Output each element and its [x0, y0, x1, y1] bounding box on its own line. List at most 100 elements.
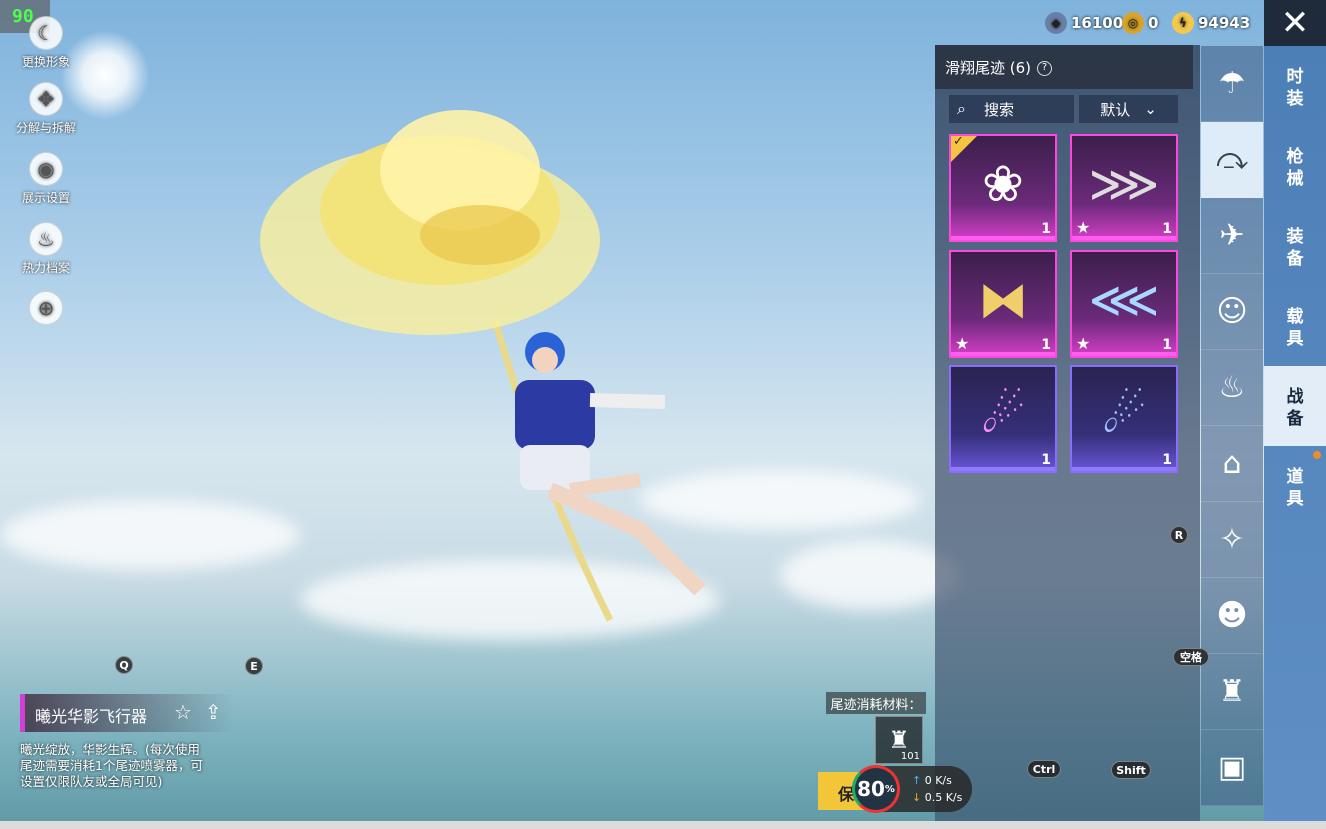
emote-icon: ☻ [1216, 598, 1248, 633]
close-button[interactable]: ✕ [1264, 0, 1326, 46]
plus-circle-icon: ⊕ [29, 291, 63, 325]
chicken-icon: ♨ [1218, 370, 1246, 405]
category-glider-trail[interactable]: ⤼ [1201, 122, 1263, 198]
item-count: 1 [1041, 452, 1051, 468]
material-label: 尾迹消耗材料： [826, 692, 926, 714]
flower-icon: ❀ [982, 154, 1024, 213]
heat-archive-button[interactable]: ♨ 热力档案 [10, 222, 82, 276]
currency-value: 16100 [1071, 14, 1124, 32]
wings-silver-icon: ⋙ [1088, 154, 1160, 213]
search-label: 搜索 [983, 100, 1014, 119]
currency-value: 0 [1148, 14, 1159, 32]
material-slot[interactable]: ♜ 101 [875, 716, 923, 764]
glider-trail-icon: ⤼ [1215, 142, 1249, 177]
star-icon: ★ [1076, 334, 1091, 353]
search-input[interactable]: ⌕ 搜索 [948, 94, 1075, 124]
item-name-text: 曦光华影飞行器 [35, 707, 148, 726]
category-parachute[interactable]: ☂ [1201, 46, 1263, 122]
puzzle-icon: ✥ [29, 82, 63, 116]
category-emote[interactable]: ☻ [1201, 578, 1263, 654]
star-icon: ★ [955, 334, 970, 353]
category-plane[interactable]: ✈ [1201, 198, 1263, 274]
currency-gems: ◆ 16100 [1045, 9, 1123, 37]
sparkle-icon: ✧ [1219, 522, 1245, 557]
currency-value: 94943 [1198, 14, 1251, 32]
parachute-icon: ☂ [1218, 66, 1246, 101]
backpack-icon: ⌂ [1222, 446, 1242, 481]
cpu-ring: 80% [852, 765, 900, 813]
share-icon[interactable]: ⇪ [205, 700, 222, 724]
close-icon: ✕ [1280, 3, 1310, 43]
net-speeds: ↑ 0 K/s ↓ 0.5 K/s [900, 772, 962, 806]
tool-label: 展示设置 [21, 191, 70, 205]
item-card-rainbow-trail[interactable]: ☄ 1 [949, 365, 1057, 473]
upload-speed: 0 K/s [924, 774, 952, 787]
item-card-flower[interactable]: ✓ ❀ 1 [949, 134, 1057, 242]
help-icon[interactable]: ? [1037, 61, 1053, 76]
currency-tokens: ◎ 0 [1122, 9, 1158, 37]
smoke-trail-icon: ☄ [1101, 385, 1147, 444]
face-icon: ☺ [1216, 294, 1248, 329]
check-icon: ✓ [953, 134, 964, 149]
add-button[interactable]: ⊕ [10, 291, 82, 328]
tool-label: 更换形象 [21, 55, 70, 69]
upload-arrow-icon: ↑ [912, 774, 922, 787]
decompose-button[interactable]: ✥ 分解与拆解 [10, 82, 82, 136]
item-count: 1 [1041, 221, 1051, 237]
rainbow-trail-icon: ☄ [980, 385, 1026, 444]
key-hint-shift: Shift [1111, 761, 1151, 779]
category-face[interactable]: ☺ [1201, 274, 1263, 350]
tab-weapons[interactable]: 枪 械 [1264, 126, 1326, 206]
item-count: 1 [1162, 221, 1172, 237]
plane-icon: ✈ [1219, 218, 1245, 253]
spray-icon: ♜ [1218, 674, 1246, 709]
token-coin-icon: ◎ [1122, 12, 1144, 34]
item-card-smoke-trail[interactable]: ☄ 1 [1070, 365, 1178, 473]
category-spray[interactable]: ♜ [1201, 654, 1263, 730]
panel-title-text: 滑翔尾迹 (6) [945, 59, 1032, 77]
key-hint-ctrl: Ctrl [1027, 760, 1061, 778]
tab-outfit[interactable]: 时 装 [1264, 46, 1326, 126]
notification-dot [1313, 451, 1321, 459]
tab-equipment[interactable]: 装 备 [1264, 206, 1326, 286]
tab-combat-gear[interactable]: 战 备 [1264, 366, 1326, 446]
display-settings-button[interactable]: ◉ 展示设置 [10, 152, 82, 206]
star-outline-icon[interactable]: ☆ [174, 700, 192, 724]
panel-title: 滑翔尾迹 (6)? [935, 45, 1193, 89]
eye-icon: ◉ [29, 152, 63, 186]
item-card-gold-butterfly[interactable]: ⧓ ★ 1 [949, 250, 1057, 358]
category-backpack[interactable]: ⌂ [1201, 426, 1263, 502]
tab-vehicles[interactable]: 载 具 [1264, 286, 1326, 366]
currency-bp: ϟ 94943 [1172, 9, 1250, 37]
gem-coin-icon: ◆ [1045, 12, 1067, 34]
item-card-ice-wings[interactable]: ⋘ ★ 1 [1070, 250, 1178, 358]
download-arrow-icon: ↓ [912, 791, 922, 804]
item-card-silver-wings[interactable]: ⋙ ★ 1 [1070, 134, 1178, 242]
butterfly-gold-icon: ⧓ [978, 270, 1028, 329]
tool-label: 分解与拆解 [15, 121, 76, 135]
category-chicken[interactable]: ♨ [1201, 350, 1263, 426]
category-sparkle[interactable]: ✧ [1201, 502, 1263, 578]
selected-item-name: 曦光华影飞行器 [20, 694, 234, 732]
moon-icon: ☾ [29, 16, 63, 50]
change-avatar-button[interactable]: ☾ 更换形象 [10, 16, 82, 70]
bp-coin-icon: ϟ [1172, 12, 1194, 34]
character [515, 332, 706, 596]
item-count: 1 [1041, 337, 1051, 353]
key-hint-e: E [245, 657, 263, 675]
category-photo[interactable]: ▣ [1201, 730, 1263, 806]
key-hint-q: Q [115, 656, 133, 674]
taskbar [0, 821, 1326, 829]
download-speed: 0.5 K/s [924, 791, 963, 804]
sort-label: 默认 [1100, 100, 1131, 119]
material-count: 101 [900, 751, 920, 762]
photo-icon: ▣ [1217, 750, 1247, 785]
item-count: 1 [1162, 337, 1172, 353]
search-icon: ⌕ [957, 99, 966, 118]
selected-item-description: 曦光绽放，华影生辉。(每次使用尾迹需要消耗1个尾迹喷雾器，可设置仅限队友或全局可… [20, 742, 203, 789]
chevron-down-icon: ⌄ [1144, 100, 1157, 118]
network-widget: 80% ↑ 0 K/s ↓ 0.5 K/s [852, 765, 972, 813]
sort-dropdown[interactable]: 默认 ⌄ [1078, 94, 1179, 124]
cloud [780, 540, 960, 610]
wings-ice-icon: ⋘ [1088, 270, 1160, 329]
